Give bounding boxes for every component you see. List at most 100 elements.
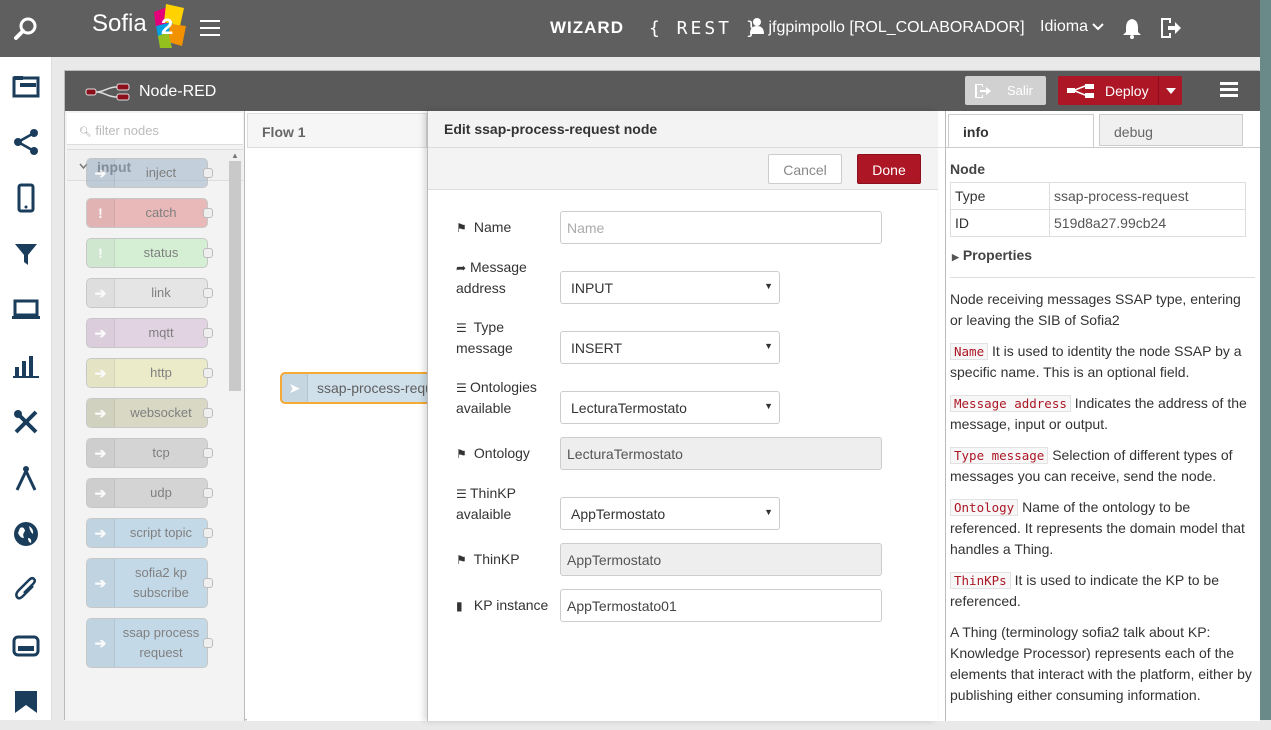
- search-button[interactable]: [0, 0, 52, 57]
- output-port[interactable]: [203, 208, 213, 218]
- ontology-input[interactable]: LecturaTermostato: [560, 437, 882, 470]
- node-icon: ➔: [87, 439, 115, 467]
- nav-drive[interactable]: [0, 618, 52, 674]
- name-input[interactable]: Name: [560, 211, 882, 244]
- filter-nodes-input[interactable]: 🔍︎ filter nodes: [67, 113, 243, 145]
- palette-node-sofia2-kp-subscribe[interactable]: ➔ sofia2 kp subscribe: [86, 558, 213, 608]
- wizard-link[interactable]: WIZARD: [550, 18, 624, 38]
- node-icon: !: [87, 199, 115, 227]
- output-port[interactable]: [203, 638, 213, 648]
- palette-node-catch[interactable]: ! catch: [86, 198, 213, 228]
- share-arrow-icon: ➦: [456, 261, 467, 275]
- nav-globe[interactable]: [0, 506, 52, 562]
- help-thinkps: ThinKPs It is used to indicate the KP to…: [950, 572, 1220, 609]
- output-port[interactable]: [203, 528, 213, 538]
- bell-icon[interactable]: [1121, 17, 1143, 39]
- palette-node-ssap-process-request[interactable]: ➔ ssap process request: [86, 618, 213, 668]
- nav-bookmark[interactable]: [0, 674, 52, 730]
- properties-toggle[interactable]: ▶ Properties: [952, 247, 1032, 263]
- palette-node-status[interactable]: ! status: [86, 238, 213, 268]
- help-code: Name: [950, 343, 989, 360]
- palette-node-label: ssap process request: [122, 625, 200, 660]
- palette-scrollbar[interactable]: [229, 161, 241, 391]
- tag-icon: ⚑: [456, 221, 467, 235]
- user-menu[interactable]: jfgpimpollo [ROL_COLABORADOR]: [750, 18, 1025, 37]
- node-red-header: Node-RED Salir Deploy: [65, 71, 1260, 111]
- type-message-select[interactable]: INSERT ▼: [560, 331, 780, 364]
- properties-label: Properties: [962, 247, 1033, 263]
- node-icon: !: [87, 239, 115, 267]
- palette-node-mqtt[interactable]: ➔ mqtt: [86, 318, 213, 348]
- share-icon: [14, 129, 38, 155]
- output-port[interactable]: [203, 328, 213, 338]
- kp-instance-input[interactable]: AppTermostato01: [560, 589, 882, 622]
- nav-share[interactable]: [0, 114, 52, 170]
- palette-node-label: inject: [145, 165, 177, 180]
- canvas-node-ssap-process-request[interactable]: ➤ ssap-process-request: [280, 372, 452, 404]
- palette-node-udp[interactable]: ➔ udp: [86, 478, 213, 508]
- palette-node-http[interactable]: ➔ http: [86, 358, 213, 388]
- node-icon: ➔: [87, 159, 115, 187]
- palette-node-label: status: [143, 245, 179, 260]
- palette-node-inject[interactable]: ➔ inject: [86, 158, 213, 188]
- deploy-label: Deploy: [1105, 83, 1149, 99]
- globe-icon: [14, 522, 38, 546]
- main-menu-button[interactable]: [200, 20, 220, 36]
- node-icon: ➔: [87, 279, 115, 307]
- output-port[interactable]: [203, 368, 213, 378]
- output-port[interactable]: [203, 248, 213, 258]
- salir-button[interactable]: Salir: [965, 76, 1046, 105]
- ontologies-available-select[interactable]: LecturaTermostato ▼: [560, 391, 780, 424]
- palette-node-script-topic[interactable]: ➔ script topic: [86, 518, 213, 548]
- palette-node-link[interactable]: ➔ link: [86, 278, 213, 308]
- palette-node-websocket[interactable]: ➔ websocket: [86, 398, 213, 428]
- deploy-button[interactable]: Deploy: [1058, 76, 1182, 105]
- scroll-up-icon[interactable]: ▲: [231, 151, 239, 160]
- done-button[interactable]: Done: [857, 154, 921, 184]
- tab-flow-1[interactable]: Flow 1: [247, 113, 427, 147]
- caret-right-icon: ▶: [952, 252, 959, 262]
- node-icon: ➔: [87, 619, 115, 667]
- language-menu[interactable]: Idioma: [1040, 18, 1105, 36]
- nav-charts[interactable]: [0, 338, 52, 394]
- message-address-select[interactable]: INPUT ▼: [560, 271, 780, 304]
- logout-icon: [975, 84, 991, 98]
- caret-down-icon: ▼: [764, 281, 773, 291]
- output-port[interactable]: [203, 448, 213, 458]
- output-port[interactable]: [203, 408, 213, 418]
- ontology-label: ⚑ Ontology: [456, 443, 530, 464]
- thinkp-available-select[interactable]: AppTermostato ▼: [560, 497, 780, 530]
- output-port[interactable]: [203, 288, 213, 298]
- sofia2-logo[interactable]: 2: [150, 2, 188, 50]
- page-scrollbar[interactable]: [1260, 0, 1271, 720]
- node-red-title: Node-RED: [139, 83, 217, 100]
- node-icon: ➔: [87, 359, 115, 387]
- nav-compass[interactable]: [0, 450, 52, 506]
- nav-tools[interactable]: [0, 394, 52, 450]
- output-port[interactable]: [203, 578, 213, 588]
- nav-laptop[interactable]: [0, 282, 52, 338]
- nav-devices[interactable]: [0, 170, 52, 226]
- nav-filter[interactable]: [0, 226, 52, 282]
- palette-node-label: websocket: [130, 405, 192, 420]
- palette-node-label: mqtt: [148, 325, 174, 340]
- palette-node-label: udp: [150, 485, 172, 500]
- node-red-menu-button[interactable]: [1220, 82, 1238, 100]
- tray-title: Edit ssap-process-request node: [428, 111, 938, 148]
- output-port[interactable]: [203, 168, 213, 178]
- tab-info[interactable]: info: [948, 114, 1094, 147]
- output-port[interactable]: [203, 488, 213, 498]
- thinkp-input[interactable]: AppTermostato: [560, 543, 882, 576]
- palette-node-tcp[interactable]: ➔ tcp: [86, 438, 213, 468]
- node-icon: ➔: [87, 519, 115, 547]
- nav-projects[interactable]: [0, 58, 52, 114]
- message-address-value: INPUT: [571, 280, 613, 296]
- cancel-button[interactable]: Cancel: [768, 154, 842, 184]
- logout-icon[interactable]: [1158, 16, 1182, 40]
- deploy-dropdown[interactable]: [1158, 76, 1182, 105]
- node-icon: ➔: [87, 479, 115, 507]
- id-key: ID: [950, 209, 1050, 237]
- rest-link[interactable]: { REST }: [649, 18, 760, 39]
- nav-attachments[interactable]: [0, 562, 52, 618]
- tab-debug[interactable]: debug: [1099, 114, 1243, 146]
